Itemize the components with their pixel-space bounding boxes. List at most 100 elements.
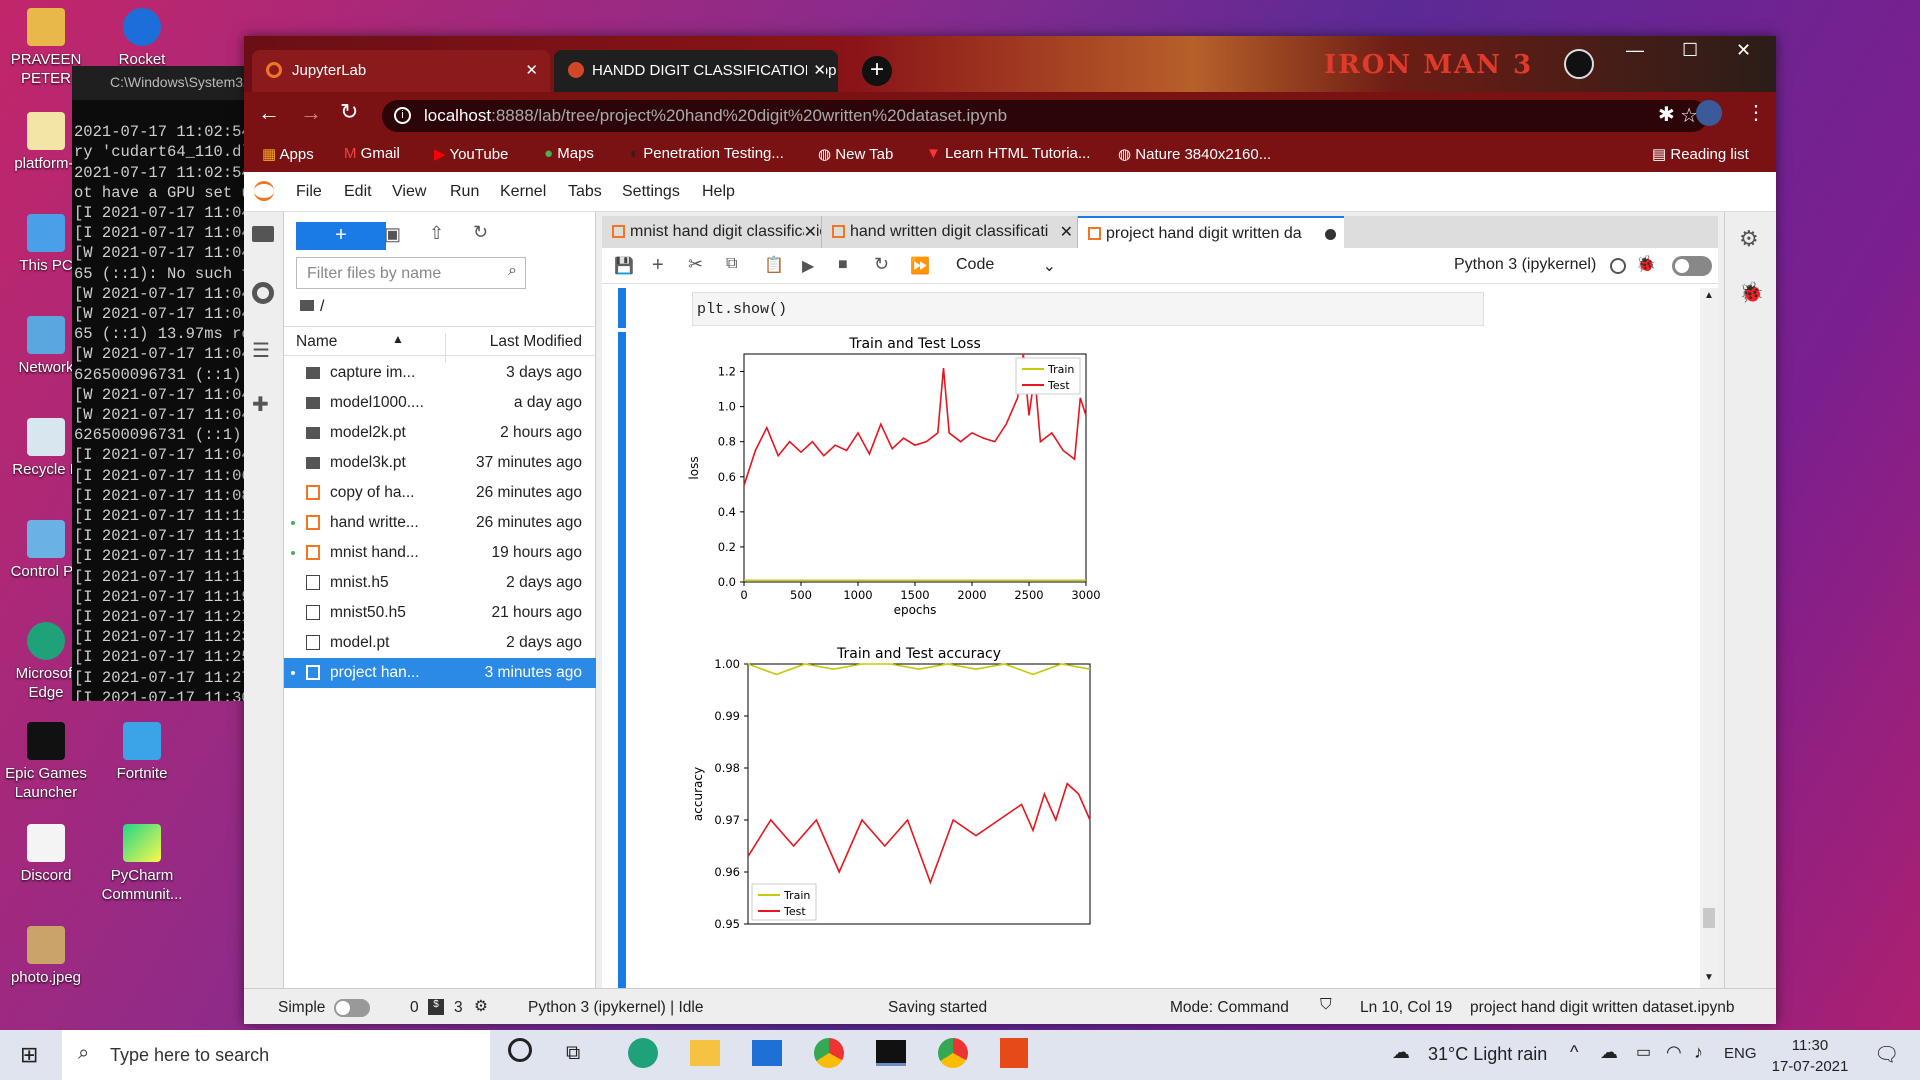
toc-icon[interactable]: ☰ (252, 338, 270, 363)
tab-jupyterlab[interactable]: JupyterLab ✕ (252, 50, 550, 92)
battery-icon[interactable]: ▭ (1636, 1042, 1651, 1062)
add-cell-icon[interactable]: + (652, 254, 664, 277)
close-icon[interactable]: ✕ (1059, 222, 1073, 242)
new-launcher-button[interactable]: + (296, 222, 386, 250)
desktop-icon-pycharm[interactable]: PyCharm Communit... (94, 824, 190, 904)
close-tab-icon[interactable]: ✕ (525, 61, 538, 79)
scroll-up-icon[interactable]: ▲ (1704, 290, 1714, 301)
doc-tab-project[interactable]: project hand digit written da (1078, 216, 1344, 248)
file-row[interactable]: model.pt 2 days ago (284, 628, 596, 658)
bookmark-html[interactable]: ▼ Learn HTML Tutoria... (926, 145, 1090, 162)
cursor-position[interactable]: Ln 10, Col 19 (1360, 999, 1452, 1017)
file-row[interactable]: mnist50.h5 21 hours ago (284, 598, 596, 628)
minimize-icon[interactable]: — (1626, 40, 1644, 61)
running-icon[interactable] (252, 282, 274, 304)
menu-help[interactable]: Help (702, 183, 735, 201)
menu-run[interactable]: Run (450, 183, 479, 201)
desktop-icon-rocket[interactable]: Rocket (94, 8, 190, 69)
refresh-icon[interactable]: ↻ (473, 222, 488, 243)
menu-file[interactable]: File (296, 183, 322, 201)
menu-view[interactable]: View (392, 183, 426, 201)
maximize-icon[interactable]: ☐ (1682, 40, 1698, 61)
reload-icon[interactable]: ↻ (340, 99, 358, 125)
new-tab-button[interactable]: + (862, 56, 892, 86)
wifi-icon[interactable]: ◠ (1666, 1042, 1682, 1063)
file-explorer-icon[interactable] (690, 1040, 720, 1066)
url-field[interactable]: i localhost:8888/lab/tree/project%20hand… (382, 100, 1708, 132)
media-control-icon[interactable] (1564, 49, 1594, 79)
file-row[interactable]: model2k.pt 2 hours ago (284, 418, 596, 448)
cortana-icon[interactable] (508, 1038, 532, 1062)
file-row[interactable]: capture im... 3 days ago (284, 358, 596, 388)
volume-icon[interactable]: ♪ (1694, 1042, 1703, 1063)
menu-edit[interactable]: Edit (344, 183, 372, 201)
forward-icon[interactable]: → (300, 100, 322, 126)
scroll-thumb[interactable] (1703, 908, 1715, 928)
file-row[interactable]: mnist hand... 19 hours ago (284, 538, 596, 568)
extensions-icon[interactable]: ✱ (1658, 102, 1675, 127)
bookmark-apps[interactable]: ▦ Apps (262, 145, 314, 163)
bookmark-gmail[interactable]: M Gmail (344, 145, 400, 162)
menu-kernel[interactable]: Kernel (500, 183, 546, 201)
folder-icon[interactable] (252, 226, 274, 242)
office-icon[interactable] (1000, 1038, 1028, 1068)
task-view-icon[interactable]: ⧉ (566, 1042, 580, 1065)
file-row[interactable]: model1000.... a day ago (284, 388, 596, 418)
desktop-icon-fortnite[interactable]: Fortnite (94, 722, 190, 783)
menu-tabs[interactable]: Tabs (568, 183, 602, 201)
doc-tab-handwritten[interactable]: hand written digit classificati ✕ (822, 216, 1078, 248)
desktop-icon-discord[interactable]: Discord (0, 824, 94, 885)
code-cell[interactable]: plt.show() (692, 292, 1484, 326)
col-name[interactable]: Name (296, 333, 337, 351)
file-row[interactable]: copy of ha... 26 minutes ago (284, 478, 596, 508)
property-inspector-icon[interactable]: ⚙ (1739, 226, 1759, 252)
profile-avatar[interactable] (1696, 100, 1722, 126)
desktop-icon-photo[interactable]: photo.jpeg (0, 926, 94, 987)
close-icon[interactable]: ✕ (803, 222, 817, 242)
weather-text[interactable]: 31°C Light rain (1428, 1044, 1547, 1065)
chrome-taskbar-icon[interactable] (814, 1038, 844, 1068)
kernel-name[interactable]: Python 3 (ipykernel) (1454, 256, 1596, 274)
reading-list[interactable]: ▤ Reading list (1652, 145, 1749, 163)
chrome-menu-icon[interactable]: ⋮ (1746, 100, 1766, 125)
chrome-active-taskbar-icon[interactable] (938, 1038, 968, 1068)
taskbar-search[interactable]: ⌕ Type here to search (62, 1030, 490, 1080)
onedrive-icon[interactable]: ☁ (1600, 1042, 1618, 1063)
run-icon[interactable]: ▶ (802, 256, 814, 276)
restart-icon[interactable]: ↻ (874, 254, 889, 275)
file-row[interactable]: model3k.pt 37 minutes ago (284, 448, 596, 478)
debugger-icon[interactable]: 🐞 (1636, 254, 1656, 274)
notifications-icon[interactable]: 🗨 (1874, 1042, 1899, 1067)
close-tab-icon[interactable]: ✕ (807, 61, 826, 79)
terminal-taskbar-icon[interactable] (876, 1040, 906, 1066)
clock[interactable]: 11:30 17-07-2021 (1770, 1035, 1850, 1077)
extension-puzzle-icon[interactable]: ✚ (252, 392, 269, 417)
doc-tab-mnist[interactable]: mnist hand digit classificatio ✕ (602, 216, 822, 248)
bookmark-pentest[interactable]: ◐ Penetration Testing... (630, 145, 784, 162)
cell-type-select[interactable]: Code ⌄ (956, 256, 1056, 275)
bookmark-nature[interactable]: ◍ Nature 3840x2160... (1118, 145, 1271, 163)
bookmark-newtab[interactable]: ◍ New Tab (818, 145, 893, 163)
cmd-window[interactable]: 2021-07-17 11:02:54 ry 'cudart64_110.dl 20… (72, 66, 247, 701)
file-row[interactable]: hand writte... 26 minutes ago (284, 508, 596, 538)
simple-mode-toggle[interactable] (334, 999, 370, 1017)
file-row[interactable]: project han... 3 minutes ago (284, 658, 596, 688)
edge-taskbar-icon[interactable] (628, 1038, 658, 1068)
filter-input[interactable]: Filter files by name ⌕ (296, 257, 526, 289)
debugger-panel-icon[interactable]: 🐞 (1739, 280, 1764, 305)
mail-icon[interactable] (752, 1040, 782, 1066)
paste-icon[interactable]: 📋 (764, 255, 784, 275)
debugger-toggle[interactable] (1672, 256, 1712, 276)
menu-settings[interactable]: Settings (622, 183, 680, 201)
new-folder-icon[interactable]: ▣ (384, 224, 401, 245)
tray-chevron-icon[interactable]: ^ (1570, 1042, 1578, 1063)
file-row[interactable]: mnist.h5 2 days ago (284, 568, 596, 598)
stop-icon[interactable]: ■ (838, 256, 848, 274)
bookmark-maps[interactable]: ● Maps (544, 145, 594, 162)
windows-start-icon[interactable]: ⊞ (20, 1042, 38, 1068)
desktop-icon-epic[interactable]: Epic Games Launcher (0, 722, 94, 802)
run-all-icon[interactable]: ⏩ (910, 256, 930, 276)
close-window-icon[interactable]: ✕ (1736, 40, 1751, 61)
copy-icon[interactable]: ⧉ (726, 255, 737, 273)
bookmark-youtube[interactable]: ▶ YouTube (434, 145, 508, 163)
